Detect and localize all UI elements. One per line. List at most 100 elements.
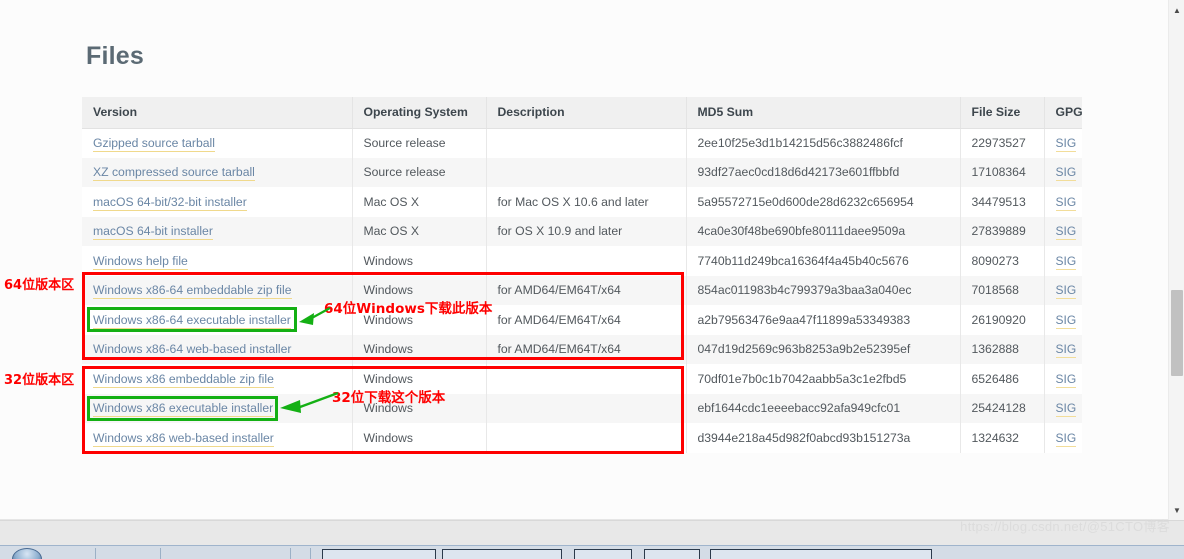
cell-description: for Mac OS X 10.6 and later — [486, 187, 687, 217]
cell-md5-sum: 93df27aec0cd18d6d42173e601ffbbfd — [686, 157, 961, 187]
cell-file-size: 8090273 — [960, 246, 1045, 276]
start-button-icon[interactable] — [12, 548, 42, 559]
annotation-callout-64bit: 64位Windows下载此版本 — [324, 301, 493, 317]
cell-file-size: 17108364 — [960, 157, 1045, 187]
gpg-signature-link[interactable]: SIG — [1055, 194, 1077, 211]
cell-file-size: 22973527 — [960, 128, 1045, 158]
cell-version: Gzipped source tarball — [82, 128, 353, 158]
download-link[interactable]: Windows x86 web-based installer — [93, 430, 274, 447]
scrollbar-thumb[interactable] — [1171, 290, 1183, 376]
table-row: XZ compressed source tarball Source relea… — [82, 157, 1082, 188]
cell-version: Windows help file — [82, 246, 353, 276]
cell-file-size: 25424128 — [960, 393, 1045, 423]
download-link[interactable]: Windows help file — [93, 253, 188, 270]
table-row: macOS 64-bit/32-bit installer Mac OS Xfor… — [82, 187, 1082, 217]
watermark-text: https://blog.csdn.net/@51CTO博客 — [960, 519, 1170, 534]
cell-gpg: SIG — [1044, 158, 1082, 188]
cell-file-size: 6526486 — [960, 364, 1045, 394]
download-link[interactable]: Windows x86-64 executable installer — [93, 312, 291, 329]
scroll-down-arrow-icon[interactable]: ▼ — [1169, 502, 1184, 518]
cell-operating-system: Windows — [352, 246, 487, 276]
browser-status-strip: https://blog.csdn.net/@51CTO博客 — [0, 519, 1184, 545]
cell-operating-system: Windows — [352, 423, 487, 453]
cell-version: Windows x86-64 web-based installer — [82, 334, 353, 364]
files-table: Version Operating System Description MD5… — [82, 97, 1083, 453]
download-link[interactable]: Windows x86-64 web-based installer — [93, 342, 292, 359]
cell-gpg: SIG — [1044, 364, 1082, 394]
table-row: macOS 64-bit installer Mac OS Xfor OS X 1… — [82, 216, 1082, 247]
cell-version: Windows x86-64 embeddable zip file — [82, 275, 353, 305]
gpg-signature-link[interactable]: SIG — [1055, 253, 1077, 270]
taskbar-separator — [95, 548, 96, 559]
table-row: Windows x86 embeddable zip file Windows 70… — [82, 364, 1082, 394]
scroll-up-arrow-icon[interactable]: ▲ — [1169, 2, 1184, 18]
cell-description — [486, 128, 687, 158]
gpg-signature-link[interactable]: SIG — [1055, 430, 1077, 447]
annotation-label-64bit-region: 64位版本区 — [4, 278, 75, 293]
gpg-signature-link[interactable]: SIG — [1055, 371, 1077, 388]
table-row: Gzipped source tarball Source release 2ee1… — [82, 128, 1082, 158]
gpg-signature-link[interactable]: SIG — [1055, 312, 1077, 329]
cell-gpg: SIG — [1044, 305, 1082, 335]
cell-md5-sum: 047d19d2569c963b8253a9b2e52395ef — [686, 334, 961, 364]
gpg-signature-link[interactable]: SIG — [1055, 401, 1077, 418]
cell-md5-sum: ebf1644cdc1eeeebacc92afa949cfc01 — [686, 393, 961, 423]
column-header-filesize: File Size — [960, 97, 1045, 129]
download-link[interactable]: XZ compressed source tarball — [93, 165, 255, 182]
gpg-signature-link[interactable]: SIG — [1055, 165, 1077, 182]
column-header-desc: Description — [486, 97, 687, 129]
table-row: Windows x86 web-based installer Windows d3… — [82, 423, 1082, 453]
windows-taskbar[interactable] — [0, 545, 1184, 559]
taskbar-window-button[interactable] — [322, 549, 436, 559]
gpg-signature-link[interactable]: SIG — [1055, 283, 1077, 300]
gpg-signature-link[interactable]: SIG — [1055, 342, 1077, 359]
download-link[interactable]: Windows x86-64 embeddable zip file — [93, 283, 292, 300]
cell-description — [486, 364, 687, 394]
cell-file-size: 1324632 — [960, 423, 1045, 453]
taskbar-window-button[interactable] — [442, 549, 562, 559]
column-header-md5: MD5 Sum — [686, 97, 961, 129]
gpg-signature-link[interactable]: SIG — [1055, 224, 1077, 241]
taskbar-window-button[interactable] — [644, 549, 700, 559]
cell-description — [486, 246, 687, 276]
cell-operating-system: Windows — [352, 334, 487, 364]
cell-description — [486, 423, 687, 453]
cell-operating-system: Mac OS X — [352, 216, 487, 246]
cell-gpg: SIG — [1044, 423, 1082, 453]
page-title: Files — [86, 42, 144, 70]
vertical-scrollbar[interactable]: ▲ ▼ — [1168, 0, 1184, 520]
taskbar-separator — [160, 548, 161, 559]
cell-description — [486, 157, 687, 187]
cell-version: macOS 64-bit/32-bit installer — [82, 187, 353, 217]
download-link[interactable]: Gzipped source tarball — [93, 136, 215, 152]
cell-file-size: 26190920 — [960, 305, 1045, 335]
cell-file-size: 7018568 — [960, 275, 1045, 305]
cell-gpg: SIG — [1044, 217, 1082, 247]
cell-description: for AMD64/EM64T/x64 — [486, 305, 687, 335]
cell-gpg: SIG — [1044, 246, 1082, 276]
cell-operating-system: Source release — [352, 157, 487, 187]
browser-window: Files Version Operating System Descripti… — [0, 0, 1184, 559]
cell-md5-sum: a2b79563476e9aa47f11899a53349383 — [686, 305, 961, 335]
download-link[interactable]: Windows x86 embeddable zip file — [93, 371, 274, 388]
cell-gpg: SIG — [1044, 187, 1082, 217]
cell-description: for AMD64/EM64T/x64 — [486, 275, 687, 305]
cell-md5-sum: 854ac011983b4c799379a3baa3a040ec — [686, 275, 961, 305]
cell-operating-system: Source release — [352, 128, 487, 158]
download-link[interactable]: Windows x86 executable installer — [93, 401, 274, 418]
cell-gpg: SIG — [1044, 128, 1082, 158]
download-link[interactable]: macOS 64-bit installer — [93, 224, 213, 241]
column-header-gpg: GPG — [1044, 97, 1083, 129]
taskbar-separator — [310, 548, 311, 559]
cell-version: Windows x86 web-based installer — [82, 423, 353, 453]
annotation-label-32bit-region: 32位版本区 — [4, 373, 75, 388]
download-link[interactable]: macOS 64-bit/32-bit installer — [93, 194, 247, 211]
table-header-row: Version Operating System Description MD5… — [82, 97, 1083, 129]
page-content: Files Version Operating System Descripti… — [0, 0, 1168, 520]
gpg-signature-link[interactable]: SIG — [1055, 136, 1077, 152]
taskbar-window-button[interactable] — [710, 549, 932, 559]
cell-file-size: 27839889 — [960, 216, 1045, 246]
taskbar-window-button[interactable] — [574, 549, 632, 559]
cell-md5-sum: 7740b11d249bca16364f4a45b40c5676 — [686, 246, 961, 276]
cell-gpg: SIG — [1044, 335, 1082, 365]
